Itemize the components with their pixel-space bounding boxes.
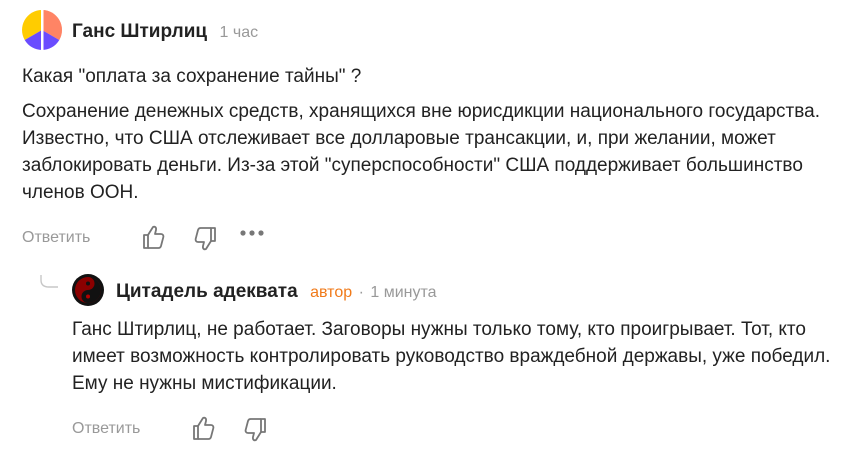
comment-question: Какая "оплата за сохранение тайны" ?: [22, 66, 362, 87]
reply-body: Ганс Штирлиц, не работает. Заговоры нужн…: [72, 319, 831, 394]
comment-header: Ганс Штирлиц 1 час: [72, 21, 258, 43]
dislike-button[interactable]: [194, 226, 218, 252]
timestamp[interactable]: 1 минута: [370, 284, 436, 301]
like-icon: [143, 225, 165, 249]
reply-comment: Цитадель адеквата автор · 1 минута Ганс …: [0, 260, 861, 450]
author-name[interactable]: Цитадель адеквата: [116, 281, 298, 302]
yin-yang-avatar-icon: [72, 274, 104, 306]
like-icon: [193, 416, 215, 440]
more-icon: [240, 230, 264, 236]
reply-button[interactable]: Ответить: [22, 229, 90, 247]
thread-connector: [40, 275, 60, 289]
timestamp[interactable]: 1 час: [220, 24, 259, 41]
author-badge: автор: [310, 284, 353, 301]
dislike-button[interactable]: [244, 417, 268, 443]
like-button[interactable]: [141, 224, 165, 250]
reply-button[interactable]: Ответить: [72, 420, 140, 438]
author-name[interactable]: Ганс Штирлиц: [72, 21, 207, 42]
avatar[interactable]: [72, 274, 104, 306]
like-button[interactable]: [191, 415, 215, 441]
dislike-icon: [244, 418, 266, 442]
avatar-logo-icon: [22, 10, 62, 50]
avatar[interactable]: [22, 10, 62, 50]
comment-body: Сохранение денежных средств, хранящихся …: [22, 101, 820, 203]
thread-line-icon: [40, 275, 58, 288]
dislike-icon: [194, 227, 216, 251]
more-button[interactable]: [239, 226, 265, 240]
separator-dot: ·: [358, 284, 364, 301]
reply-header: Цитадель адеквата автор · 1 минута: [116, 281, 437, 303]
